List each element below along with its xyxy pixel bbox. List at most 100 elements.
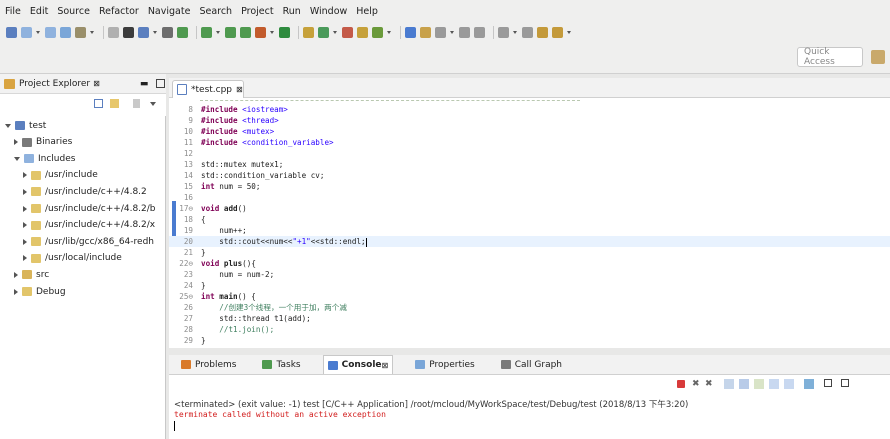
menu-item-project[interactable]: Project [241, 6, 274, 17]
code-line[interactable]: 21} [169, 247, 890, 258]
minimize-icon[interactable]: ▬ [140, 79, 149, 89]
toolbar-icon[interactable] [225, 26, 236, 38]
expand-right-icon[interactable] [23, 188, 27, 195]
dropdown-arrow-icon[interactable] [387, 30, 391, 34]
code-line[interactable]: 22⊖ void plus(){ [169, 258, 890, 269]
scroll-lock-icon[interactable] [739, 379, 749, 389]
expand-right-icon[interactable] [23, 238, 27, 245]
dropdown-arrow-icon[interactable] [333, 30, 337, 34]
menu-item-refactor[interactable]: Refactor [99, 6, 139, 17]
expand-right-icon[interactable] [23, 205, 27, 212]
expand-right-icon[interactable] [23, 222, 27, 229]
tab-test-cpp[interactable]: *test.cpp ⊠ [172, 80, 244, 98]
toolbar-icon[interactable] [240, 26, 251, 38]
expand-right-icon[interactable] [14, 271, 18, 278]
code-line[interactable]: 29} [169, 335, 890, 346]
code-line[interactable]: 17⊖ void add() [169, 203, 890, 214]
tree-item[interactable]: /usr/include/c++/4.8.2/x [23, 218, 155, 233]
toolbar-icon[interactable] [279, 26, 290, 38]
toolbar-icon[interactable] [21, 26, 32, 38]
tree-item[interactable]: /usr/local/include [23, 251, 122, 266]
link-with-editor-icon[interactable] [110, 99, 119, 108]
quick-access-input[interactable]: Quick Access [797, 47, 863, 67]
tree-item[interactable]: /usr/lib/gcc/x86_64-redh [23, 234, 154, 249]
remove-all-icon[interactable]: ✖ [705, 379, 713, 389]
code-line[interactable]: 11 #include <condition_variable> [169, 137, 890, 148]
tree-item[interactable]: Debug [14, 284, 66, 299]
pin-console-icon[interactable] [769, 379, 779, 389]
toolbar-icon[interactable] [522, 26, 533, 38]
menu-item-search[interactable]: Search [199, 6, 232, 17]
tab-properties[interactable]: Properties [411, 356, 478, 374]
clear-console-icon[interactable] [724, 379, 734, 389]
tab-tasks[interactable]: Tasks [258, 356, 304, 374]
expand-right-icon[interactable] [23, 172, 27, 179]
dropdown-arrow-icon[interactable] [567, 30, 571, 34]
toolbar-icon[interactable] [45, 26, 56, 38]
tree-item[interactable]: src [14, 267, 49, 282]
menu-item-source[interactable]: Source [57, 6, 90, 17]
expand-down-icon[interactable] [5, 123, 11, 128]
toolbar-icon[interactable] [303, 26, 314, 38]
toolbar-icon[interactable] [201, 26, 212, 38]
dropdown-arrow-icon[interactable] [90, 30, 94, 34]
tree-item[interactable]: test [5, 118, 46, 133]
dropdown-arrow-icon[interactable] [513, 30, 517, 34]
menu-item-window[interactable]: Window [310, 6, 347, 17]
tree-item[interactable]: /usr/include/c++/4.8.2/b [23, 201, 156, 216]
tree-item[interactable]: Binaries [14, 135, 72, 150]
project-explorer-title[interactable]: Project Explorer [19, 79, 90, 89]
code-line[interactable]: 19 num++; [169, 225, 890, 236]
code-line[interactable]: 24} [169, 280, 890, 291]
toolbar-icon[interactable] [138, 26, 149, 38]
code-line[interactable]: 28 //t1.join(); [169, 324, 890, 335]
menu-item-run[interactable]: Run [283, 6, 301, 17]
code-line[interactable]: 15 int num = 50; [169, 181, 890, 192]
dropdown-arrow-icon[interactable] [153, 30, 157, 34]
code-line[interactable]: 10 #include <mutex> [169, 126, 890, 137]
minimize-icon[interactable] [824, 379, 832, 387]
toolbar-icon[interactable] [435, 26, 446, 38]
filter-icon[interactable] [133, 99, 140, 108]
toolbar-icon[interactable] [357, 26, 368, 38]
toolbar-icon[interactable] [459, 26, 470, 38]
dropdown-arrow-icon[interactable] [36, 30, 40, 34]
code-line[interactable]: 9 #include <thread> [169, 115, 890, 126]
view-menu-icon[interactable] [150, 102, 156, 106]
toolbar-icon[interactable] [537, 26, 548, 38]
toolbar-icon[interactable] [474, 26, 485, 38]
close-icon[interactable]: ⊠ [382, 361, 389, 370]
tree-item[interactable]: Includes [14, 151, 75, 166]
code-line[interactable]: 23 num = num-2; [169, 269, 890, 280]
expand-right-icon[interactable] [14, 288, 18, 295]
dropdown-arrow-icon[interactable] [450, 30, 454, 34]
perspective-icon[interactable] [871, 50, 885, 64]
tab-console[interactable]: Console ⊠ [322, 355, 394, 374]
dropdown-arrow-icon[interactable] [270, 30, 274, 34]
tree-item[interactable]: /usr/include/c++/4.8.2 [23, 184, 147, 199]
code-line[interactable]: 20 std::cout<<num<<"+1"<<std::endl; [169, 236, 890, 247]
code-line[interactable]: 8 #include <iostream> [169, 104, 890, 115]
tree-item[interactable]: /usr/include [23, 168, 98, 183]
code-line[interactable]: 12 [169, 148, 890, 159]
code-line[interactable]: 14 std::condition_variable cv; [169, 170, 890, 181]
display-console-icon[interactable] [784, 379, 794, 389]
toolbar-icon[interactable] [123, 26, 134, 38]
collapse-all-icon[interactable] [94, 99, 103, 108]
tab-call-graph[interactable]: Call Graph [497, 356, 566, 374]
dropdown-arrow-icon[interactable] [216, 30, 220, 34]
open-console-icon[interactable] [804, 379, 814, 389]
word-wrap-icon[interactable] [754, 379, 764, 389]
code-line[interactable]: 16 [169, 192, 890, 203]
toolbar-icon[interactable] [420, 26, 431, 38]
tab-problems[interactable]: Problems [177, 356, 240, 374]
toolbar-icon[interactable] [75, 26, 86, 38]
toolbar-icon[interactable] [162, 26, 173, 38]
toolbar-icon[interactable] [405, 26, 416, 38]
remove-launch-icon[interactable]: ✖ [692, 379, 700, 389]
toolbar-icon[interactable] [318, 26, 329, 38]
toolbar-icon[interactable] [255, 26, 266, 38]
code-line[interactable]: 13 std::mutex mutex1; [169, 159, 890, 170]
terminate-icon[interactable] [677, 380, 685, 388]
toolbar-icon[interactable] [177, 26, 188, 38]
